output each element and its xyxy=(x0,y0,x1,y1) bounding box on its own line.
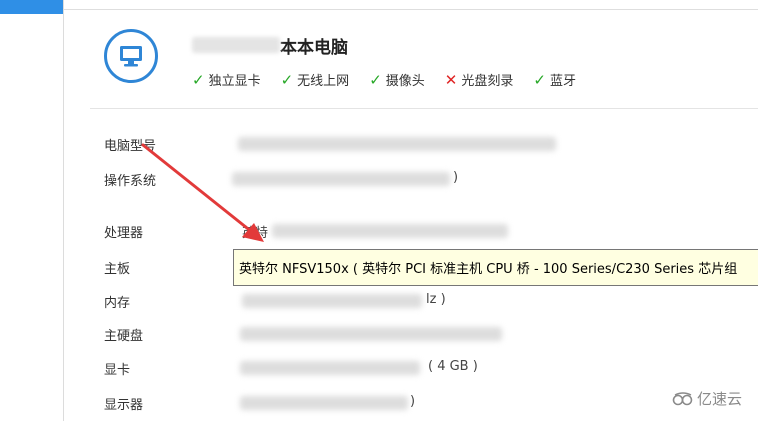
check-icon: ✓ xyxy=(369,70,382,89)
watermark-text: 亿速云 xyxy=(697,390,743,408)
feature-label: 光盘刻录 xyxy=(461,74,514,89)
feature-bluetooth: ✓ 蓝牙 xyxy=(533,70,576,90)
section-divider xyxy=(90,108,758,109)
redacted-gpu-value xyxy=(240,361,420,375)
feature-label: 独立显卡 xyxy=(208,74,261,89)
computer-icon xyxy=(104,29,158,83)
spec-label-monitor: 显示器 xyxy=(104,398,144,413)
feature-label: 摄像头 xyxy=(385,74,425,89)
tooltip-text: 英特尔 NFSV150x ( 英特尔 PCI 标准主机 CPU 桥 - 100 … xyxy=(239,262,738,277)
gpu-value-tail: ( 4 GB ) xyxy=(428,359,478,374)
os-value-tail: ) xyxy=(453,170,459,185)
feature-label: 蓝牙 xyxy=(549,74,576,89)
redacted-cpu-value xyxy=(272,224,508,238)
memory-value-tail: lz ) xyxy=(426,292,446,307)
device-title: 本本电脑 xyxy=(192,31,348,59)
spec-label-memory: 内存 xyxy=(104,296,131,311)
watermark: 亿速云 xyxy=(672,388,742,409)
mainboard-tooltip: 英特尔 NFSV150x ( 英特尔 PCI 标准主机 CPU 桥 - 100 … xyxy=(233,249,758,286)
redacted-os-value xyxy=(232,172,450,186)
feature-list: ✓ 独立显卡 ✓ 无线上网 ✓ 摄像头 ✕ 光盘刻录 ✓ 蓝牙 xyxy=(192,70,596,90)
spec-label-disk: 主硬盘 xyxy=(104,329,144,344)
cross-icon: ✕ xyxy=(444,70,458,89)
redacted-monitor-value xyxy=(240,396,408,410)
check-icon: ✓ xyxy=(280,70,294,89)
check-icon: ✓ xyxy=(533,70,546,89)
left-sidebar xyxy=(0,0,64,421)
watermark-logo-icon xyxy=(672,391,693,405)
redacted-model-value xyxy=(238,137,556,151)
feature-label: 无线上网 xyxy=(297,74,350,89)
spec-label-os: 操作系统 xyxy=(104,174,157,189)
redacted-disk-value xyxy=(240,327,502,341)
spec-label-board: 主板 xyxy=(104,262,131,277)
redacted-memory-value xyxy=(242,294,422,308)
device-type-text: 本本电脑 xyxy=(280,37,348,58)
feature-dedicated-gpu: ✓ 独立显卡 xyxy=(192,70,261,90)
spec-label-cpu: 处理器 xyxy=(104,226,144,241)
spec-label-gpu: 显卡 xyxy=(104,363,131,378)
redacted-brand xyxy=(192,37,280,53)
spec-label-model: 电脑型号 xyxy=(104,139,157,154)
cpu-value-head: 英特 xyxy=(242,226,269,241)
top-tab-bar xyxy=(64,0,758,10)
feature-wireless: ✓ 无线上网 xyxy=(280,70,350,90)
sidebar-active-item[interactable] xyxy=(0,0,63,14)
check-icon: ✓ xyxy=(192,70,205,89)
feature-disc-burning: ✕ 光盘刻录 xyxy=(444,70,514,90)
feature-camera: ✓ 摄像头 xyxy=(369,70,425,90)
monitor-value-tail: ) xyxy=(410,394,416,409)
